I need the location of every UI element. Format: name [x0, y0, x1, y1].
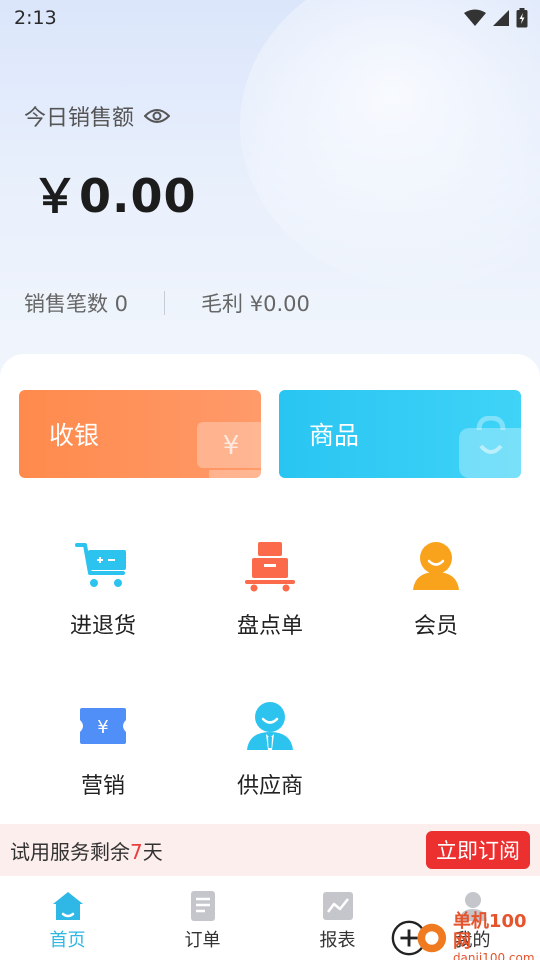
cellular-signal-icon — [493, 10, 509, 26]
tab-label: 报表 — [319, 930, 356, 951]
menu-label: 进退货 — [69, 614, 136, 639]
cart-icon — [75, 538, 131, 594]
menu-item-member[interactable]: 会员 — [352, 538, 520, 640]
goods-label: 商品 — [309, 421, 360, 450]
tab-label: 首页 — [49, 930, 86, 951]
menu-label: 营销 — [80, 774, 125, 799]
tab-label: 订单 — [184, 930, 221, 951]
menu-label: 供应商 — [236, 774, 303, 799]
shopping-bag-icon — [459, 416, 521, 478]
watermark-logo-icon — [391, 921, 447, 956]
menu-label: 盘点单 — [236, 614, 303, 639]
header-decoration — [240, 0, 540, 290]
menu-item-stocktake[interactable]: 盘点单 — [186, 538, 354, 640]
eye-icon[interactable] — [144, 107, 171, 125]
home-icon — [52, 892, 83, 920]
trial-banner: 试用服务剩余7天 立即订阅 — [0, 824, 540, 876]
subscribe-button[interactable]: 立即订阅 — [426, 831, 530, 869]
cashier-label: 收银 — [49, 421, 100, 450]
sales-count: 销售笔数 0 — [24, 292, 129, 316]
menu-label: 会员 — [413, 614, 458, 639]
trial-text-suffix: 天 — [142, 839, 163, 864]
today-sales-label: 今日销售额 — [24, 100, 171, 132]
svg-text:¥: ¥ — [97, 717, 108, 738]
stats-divider — [164, 291, 166, 315]
watermark-text: 单机100网 danji100.com — [453, 912, 540, 960]
boxes-cart-icon — [242, 538, 298, 594]
stats-row: 销售笔数 0 毛利 ¥0.00 — [24, 288, 310, 318]
watermark: 单机100网 danji100.com — [390, 912, 540, 960]
coupon-icon: ¥ — [75, 698, 131, 754]
today-sales-text: 今日销售额 — [24, 106, 135, 131]
document-icon — [190, 891, 215, 921]
watermark-url: danji100.com — [452, 950, 535, 960]
cashier-button[interactable]: 收银 ¥ — [19, 390, 261, 478]
trial-text-prefix: 试用服务剩余 — [10, 839, 130, 864]
menu-item-purchase-return[interactable]: 进退货 — [19, 538, 187, 640]
battery-charging-icon — [516, 8, 528, 28]
trial-text: 试用服务剩余7天 — [10, 836, 163, 865]
today-sales-amount: ￥0.00 — [32, 169, 197, 223]
wifi-icon — [464, 9, 486, 26]
tab-reports[interactable]: 报表 — [270, 876, 405, 960]
menu-item-marketing[interactable]: ¥ 营销 — [19, 698, 187, 800]
watermark-name: 单机100网 — [452, 911, 527, 952]
status-icons — [464, 8, 528, 28]
tab-orders[interactable]: 订单 — [135, 876, 270, 960]
member-icon — [408, 538, 464, 594]
cash-register-icon: ¥ — [197, 422, 261, 478]
status-time: 2:13 — [14, 7, 57, 29]
gross-profit: 毛利 ¥0.00 — [201, 292, 310, 316]
goods-button[interactable]: 商品 — [279, 390, 521, 478]
supplier-icon — [242, 698, 298, 754]
cashier-yen-symbol: ¥ — [223, 431, 240, 461]
trial-days: 7 — [130, 839, 143, 864]
menu-item-supplier[interactable]: 供应商 — [186, 698, 354, 800]
tab-home[interactable]: 首页 — [0, 876, 135, 960]
status-bar: 2:13 — [0, 0, 540, 36]
chart-icon — [322, 892, 353, 920]
